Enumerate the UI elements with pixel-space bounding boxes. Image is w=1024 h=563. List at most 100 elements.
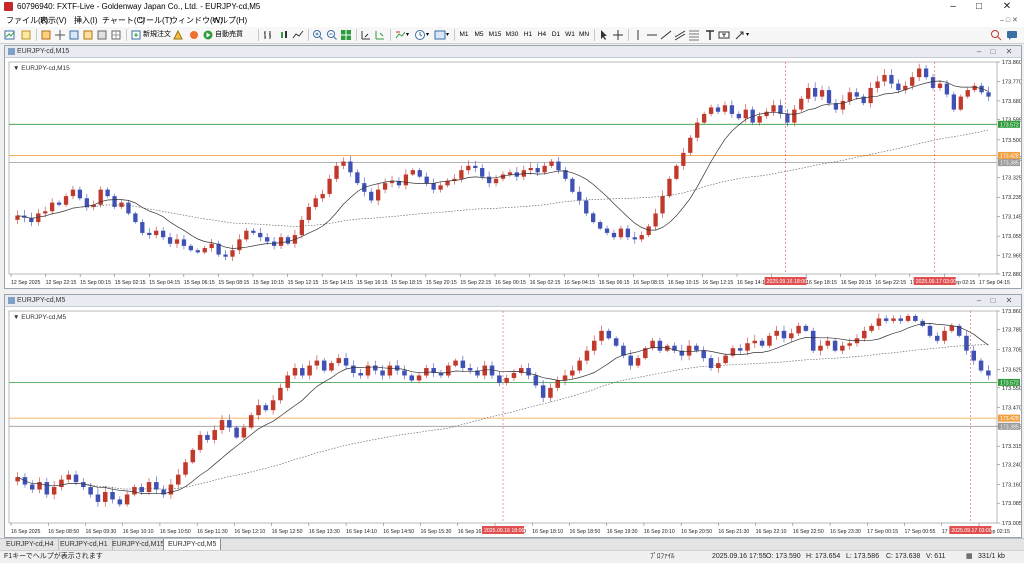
candle-body: [722, 105, 728, 112]
chart-close-icon[interactable]: ✕: [1003, 295, 1015, 306]
restore-icon[interactable]: – □ ✕: [1000, 14, 1018, 27]
search-icon[interactable]: [990, 29, 1002, 41]
candle-body: [646, 226, 651, 236]
bar-chart-icon[interactable]: [262, 29, 274, 41]
tf-h1[interactable]: H1: [521, 29, 535, 41]
fibonacci-icon[interactable]: [688, 29, 700, 41]
templates-dropdown-icon[interactable]: ▾: [446, 29, 449, 41]
arrows-icon[interactable]: [734, 29, 746, 41]
menu-insert[interactable]: 挿入(I): [74, 14, 98, 27]
market-watch-icon[interactable]: [40, 29, 52, 41]
text-icon[interactable]: [704, 29, 716, 41]
autoscroll-icon[interactable]: [374, 29, 386, 41]
chart-area-m5[interactable]: ▼ EURJPY-cd,M5 173.860 173.785 173.705 173.6…: [5, 307, 1022, 539]
x-tick-label: 17 Sep 00:15: [867, 529, 898, 535]
close-icon[interactable]: ✕: [994, 0, 1020, 14]
candle-body: [402, 370, 407, 376]
candle-body: [540, 385, 546, 398]
tf-m30[interactable]: M30: [504, 29, 520, 41]
chart-maximize-icon[interactable]: □: [987, 295, 999, 306]
chart-close-icon[interactable]: ✕: [1003, 46, 1015, 57]
status-profile[interactable]: ﾌﾟﾛﾌｧｲﾙ: [650, 551, 675, 563]
periods-dropdown-icon[interactable]: ▾: [426, 29, 429, 41]
arrows-dropdown-icon[interactable]: ▾: [746, 29, 749, 41]
chat-icon[interactable]: [1006, 29, 1018, 41]
candle-body: [453, 360, 458, 366]
candle-body: [528, 168, 533, 171]
channel-icon[interactable]: [674, 29, 686, 41]
periods-icon[interactable]: [414, 29, 426, 41]
tf-w1[interactable]: W1: [563, 29, 577, 41]
data-window-icon[interactable]: [54, 29, 66, 41]
chart-minimize-icon[interactable]: –: [973, 46, 985, 57]
status-low: L: 173.586: [846, 553, 880, 560]
new-order-icon[interactable]: [130, 29, 142, 41]
text-label-icon[interactable]: [718, 29, 730, 41]
chart-minimize-icon[interactable]: –: [973, 295, 985, 306]
candle-body: [875, 81, 880, 88]
zoom-out-icon[interactable]: [326, 29, 338, 41]
tf-mn[interactable]: MN: [577, 29, 591, 41]
candlestick-icon[interactable]: [278, 29, 290, 41]
candlestick-chart-m15[interactable]: ▼ EURJPY-cd,M15 173.860 173.770 173.680 173.…: [5, 58, 1022, 288]
menu-view[interactable]: 表示(V): [40, 14, 67, 27]
signals-icon[interactable]: [188, 29, 200, 41]
templates-icon[interactable]: [434, 29, 446, 41]
chart-area-m15[interactable]: ▼ EURJPY-cd,M15 173.860 173.770 173.680 173.…: [5, 58, 1022, 290]
metaeditor-icon[interactable]: [172, 29, 184, 41]
candle-body: [625, 228, 631, 238]
grid-icon[interactable]: [110, 29, 122, 41]
auto-trading-icon[interactable]: [202, 29, 214, 41]
tf-d1[interactable]: D1: [549, 29, 563, 41]
tf-m15[interactable]: M15: [487, 29, 503, 41]
chart-maximize-icon[interactable]: □: [987, 46, 999, 57]
title-bar: 60796940: FXTF-Live - Goldenway Japan Co…: [0, 0, 1024, 15]
y-tick-label: 172.880: [1002, 272, 1021, 278]
tf-h4[interactable]: H4: [535, 29, 549, 41]
tab-eurjpy-m15[interactable]: EURJPY-cd,M15: [108, 539, 170, 550]
cursor-icon[interactable]: [598, 29, 610, 41]
trendline-icon[interactable]: [660, 29, 672, 41]
y-tick-label: 173.785: [1002, 328, 1021, 334]
tile-windows-icon[interactable]: [340, 29, 352, 41]
tf-m1[interactable]: M1: [457, 29, 471, 41]
new-chart-icon[interactable]: [4, 29, 16, 41]
terminal-icon[interactable]: [82, 29, 94, 41]
new-order-button[interactable]: 新規注文: [143, 29, 171, 41]
y-tick-label: 173.550: [1002, 386, 1021, 392]
tester-icon[interactable]: [96, 29, 108, 41]
indicators-icon[interactable]: [394, 29, 406, 41]
navigator-icon[interactable]: [68, 29, 80, 41]
zoom-in-icon[interactable]: [312, 29, 324, 41]
chart-window-m15[interactable]: EURJPY-cd,M15 – □ ✕ ▼ EURJPY-cd,M15 173.8…: [4, 45, 1022, 289]
x-tick-label: 15 Sep 00:15: [80, 280, 111, 286]
profiles-icon[interactable]: [20, 29, 32, 41]
candle-body: [314, 360, 320, 366]
candlestick-chart-m5[interactable]: ▼ EURJPY-cd,M5 173.860 173.785 173.705 173.6…: [5, 307, 1022, 537]
candle-body: [810, 330, 816, 351]
menu-help[interactable]: ヘルプ(H): [212, 14, 247, 27]
line-chart-icon[interactable]: [292, 29, 304, 41]
indicators-dropdown-icon[interactable]: ▾: [406, 29, 409, 41]
crosshair-icon[interactable]: [612, 29, 624, 41]
candle-body: [382, 183, 388, 190]
chart-window-m5[interactable]: EURJPY-cd,M5 – □ ✕ ▼ EURJPY-cd,M5 173.860…: [4, 294, 1022, 538]
candle-body: [486, 176, 492, 184]
chart-shift-icon[interactable]: [360, 29, 372, 41]
minimize-icon[interactable]: –: [940, 0, 966, 14]
maximize-icon[interactable]: □: [966, 0, 992, 14]
tf-m5[interactable]: M5: [472, 29, 486, 41]
vertical-line-icon[interactable]: [632, 29, 644, 41]
tab-eurjpy-h1[interactable]: EURJPY-cd,H1: [56, 539, 113, 550]
auto-trading-button[interactable]: 自動売買: [215, 29, 243, 41]
candle-body: [862, 330, 867, 339]
y-tick-label: 173.470: [1002, 406, 1021, 412]
candle-body: [438, 185, 443, 190]
tab-eurjpy-h4[interactable]: EURJPY-cd,H4: [2, 539, 59, 550]
candle-body: [840, 345, 845, 351]
x-tick-label: 16 Sep 13:30: [309, 529, 340, 535]
price-level-label: 173.572: [1000, 380, 1019, 386]
menu-tools[interactable]: ツール(T): [138, 14, 172, 27]
horizontal-line-icon[interactable]: [646, 29, 658, 41]
x-tick-label: 15 Sep 18:15: [391, 280, 422, 286]
